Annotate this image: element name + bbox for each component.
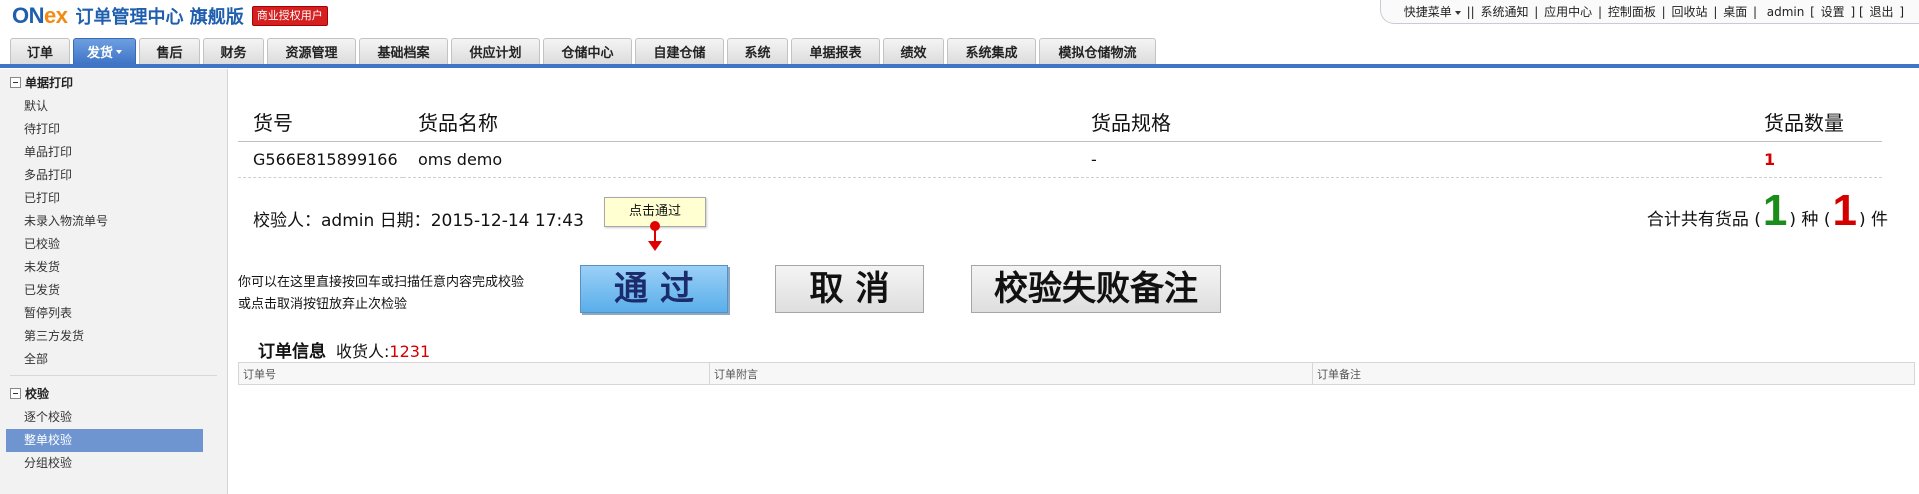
link-logout[interactable]: 退出 [1869, 3, 1893, 20]
sidebar-group-print: 单据打印 默认 待打印 单品打印 多品打印 已打印 未录入物流单号 已校验 未发… [0, 69, 227, 371]
sidebar-item-third-party[interactable]: 第三方发货 [6, 325, 203, 348]
license-badge: 商业授权用户 [251, 6, 328, 26]
column-header-spec: 货品规格 [1076, 103, 1749, 142]
order-info-title: 订单信息 [258, 342, 326, 362]
sidebar: 单据打印 默认 待打印 单品打印 多品打印 已打印 未录入物流单号 已校验 未发… [0, 69, 228, 494]
sidebar-item-unshipped[interactable]: 未发货 [6, 256, 203, 279]
fail-note-button[interactable]: 校验失败备注 [971, 265, 1221, 313]
app-title: 订单管理中心 旗舰版 [75, 7, 244, 28]
arrow-down-icon [648, 241, 662, 251]
cell-sku: G566E815899166 [238, 141, 403, 178]
order-table: 订单号 订单附言 订单备注 [238, 362, 1915, 385]
check-date: 2015-12-14 17:43 [430, 211, 584, 231]
main-nav: 订单 发货 售后 财务 资源管理 基础档案 供应计划 仓储中心 自建仓储 系统 … [0, 38, 1919, 68]
tab-finance[interactable]: 财务 [203, 38, 264, 64]
column-header-qty: 货品数量 [1749, 103, 1882, 142]
tab-integration[interactable]: 系统集成 [947, 38, 1036, 64]
tab-simulated-logistics[interactable]: 模拟仓储物流 [1039, 38, 1156, 64]
sidebar-item-default[interactable]: 默认 [6, 95, 203, 118]
cell-qty: 1 [1749, 141, 1882, 178]
column-header-order-remark: 订单备注 [1312, 362, 1915, 385]
cancel-button[interactable]: 取消 [775, 265, 924, 313]
sidebar-group-verify: 校验 逐个校验 整单校验 分组校验 [0, 380, 227, 475]
sidebar-group-title[interactable]: 校验 [0, 380, 227, 406]
collapse-icon[interactable] [10, 387, 21, 399]
link-app-center[interactable]: 应用中心 [1544, 3, 1592, 20]
sidebar-item-single-print[interactable]: 单品打印 [6, 141, 203, 164]
sidebar-item-verified[interactable]: 已校验 [6, 233, 203, 256]
tab-orders[interactable]: 订单 [10, 38, 70, 64]
link-system-notice[interactable]: 系统通知 [1480, 3, 1528, 20]
tab-supply-plan[interactable]: 供应计划 [451, 38, 540, 64]
link-control-panel[interactable]: 控制面板 [1608, 3, 1656, 20]
column-header-sku: 货号 [238, 103, 403, 142]
goods-table: 货号 货品名称 货品规格 货品数量 G566E815899166 oms dem… [238, 103, 1882, 178]
tab-resources[interactable]: 资源管理 [267, 38, 356, 64]
tab-reports[interactable]: 单据报表 [791, 38, 880, 64]
column-header-name: 货品名称 [403, 103, 1076, 142]
checker-line: 校验人：admin 日期：2015-12-14 17:43 [253, 211, 584, 231]
totals-summary: 合计共有货品 ( 1 ) 种 ( 1 ) 件 [1646, 186, 1888, 235]
sidebar-group-title[interactable]: 单据打印 [0, 69, 227, 95]
divider [10, 375, 217, 376]
column-header-order-message: 订单附言 [709, 362, 1313, 385]
tab-shipping[interactable]: 发货 [73, 38, 136, 64]
table-row: G566E815899166 oms demo - 1 [238, 141, 1882, 178]
sidebar-item-verify-whole[interactable]: 整单校验 [6, 429, 203, 452]
kinds-count: 1 [1762, 186, 1788, 235]
logo-text-ex: ex [44, 3, 68, 28]
app-logo: ON ex 订单管理中心 旗舰版 商业授权用户 [12, 3, 328, 29]
sidebar-item-paused[interactable]: 暂停列表 [6, 302, 203, 325]
receiver-value: 1231 [389, 342, 431, 361]
nav-tabs: 订单 发货 售后 财务 资源管理 基础档案 供应计划 仓储中心 自建仓储 系统 … [10, 38, 1159, 64]
sidebar-item-to-print[interactable]: 待打印 [6, 118, 203, 141]
tab-master-data[interactable]: 基础档案 [359, 38, 448, 64]
sidebar-item-verify-group[interactable]: 分组校验 [6, 452, 203, 475]
sidebar-item-multi-print[interactable]: 多品打印 [6, 164, 203, 187]
link-desktop[interactable]: 桌面 [1723, 3, 1747, 20]
cell-name: oms demo [403, 141, 1076, 178]
app-header: ON ex 订单管理中心 旗舰版 商业授权用户 快捷菜单 || 系统通知 | 应… [0, 0, 1919, 38]
chevron-down-icon [116, 49, 123, 54]
main-content: 货号 货品名称 货品规格 货品数量 G566E815899166 oms dem… [238, 69, 1919, 494]
tab-after-sales[interactable]: 售后 [139, 38, 200, 64]
tab-warehouse-center[interactable]: 仓储中心 [543, 38, 632, 64]
link-recycle-bin[interactable]: 回收站 [1672, 3, 1708, 20]
cell-spec: - [1076, 141, 1749, 178]
order-info-header: 订单信息 收货人: 1231 [258, 337, 430, 362]
tab-performance[interactable]: 绩效 [883, 38, 944, 64]
tab-own-warehouse[interactable]: 自建仓储 [635, 38, 724, 64]
sidebar-item-shipped[interactable]: 已发货 [6, 279, 203, 302]
hint-text: 你可以在这里直接按回车或扫描任意内容完成校验 或点击取消按钮放弃止次检验 [238, 275, 525, 312]
table-header-row: 订单号 订单附言 订单备注 [238, 362, 1915, 385]
checker-name: admin [321, 211, 375, 231]
column-header-order-no: 订单号 [238, 362, 710, 385]
tab-system[interactable]: 系统 [727, 38, 788, 64]
nav-underline [0, 64, 1919, 68]
sidebar-item-verify-one[interactable]: 逐个校验 [6, 406, 203, 429]
sidebar-item-no-tracking[interactable]: 未录入物流单号 [6, 210, 203, 233]
table-header-row: 货号 货品名称 货品规格 货品数量 [238, 103, 1882, 142]
sidebar-item-all[interactable]: 全部 [6, 348, 203, 371]
logo-text-on: ON [12, 3, 45, 28]
link-settings[interactable]: 设置 [1821, 3, 1845, 20]
pass-button[interactable]: 通过 [580, 265, 728, 313]
quick-bar: 快捷菜单 || 系统通知 | 应用中心 | 控制面板 | 回收站 | 桌面 | … [1379, 0, 1919, 24]
current-user: admin [1766, 4, 1805, 19]
pieces-count: 1 [1832, 186, 1857, 235]
quick-menu[interactable]: 快捷菜单 [1404, 3, 1461, 20]
collapse-icon[interactable] [10, 76, 21, 88]
sidebar-item-printed[interactable]: 已打印 [6, 187, 203, 210]
